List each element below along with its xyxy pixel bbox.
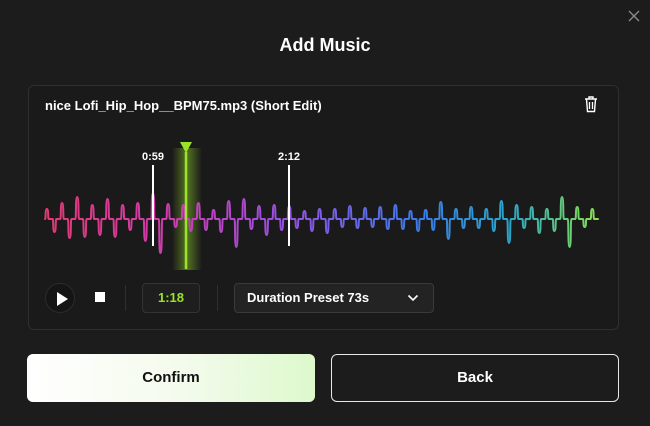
play-icon [57, 292, 68, 306]
current-time: 1:18 [142, 283, 200, 313]
duration-preset-dropdown[interactable]: Duration Preset 73s [234, 283, 434, 313]
play-button[interactable] [45, 283, 75, 313]
stop-icon[interactable] [95, 292, 105, 302]
chevron-down-icon [407, 294, 419, 302]
confirm-button[interactable]: Confirm [27, 354, 315, 402]
waveform[interactable] [29, 86, 618, 276]
divider [217, 285, 218, 311]
back-button[interactable]: Back [331, 354, 619, 402]
start-marker-label: 0:59 [141, 151, 165, 163]
end-marker-label: 2:12 [277, 151, 301, 163]
divider [125, 285, 126, 311]
close-icon[interactable] [626, 8, 642, 24]
dialog-title: Add Music [279, 35, 371, 55]
duration-preset-label: Duration Preset 73s [247, 290, 370, 305]
waveform-line [44, 192, 599, 254]
music-track-card: nice Lofi_Hip_Hop__BPM75.mp3 (Short Edit… [28, 85, 619, 330]
